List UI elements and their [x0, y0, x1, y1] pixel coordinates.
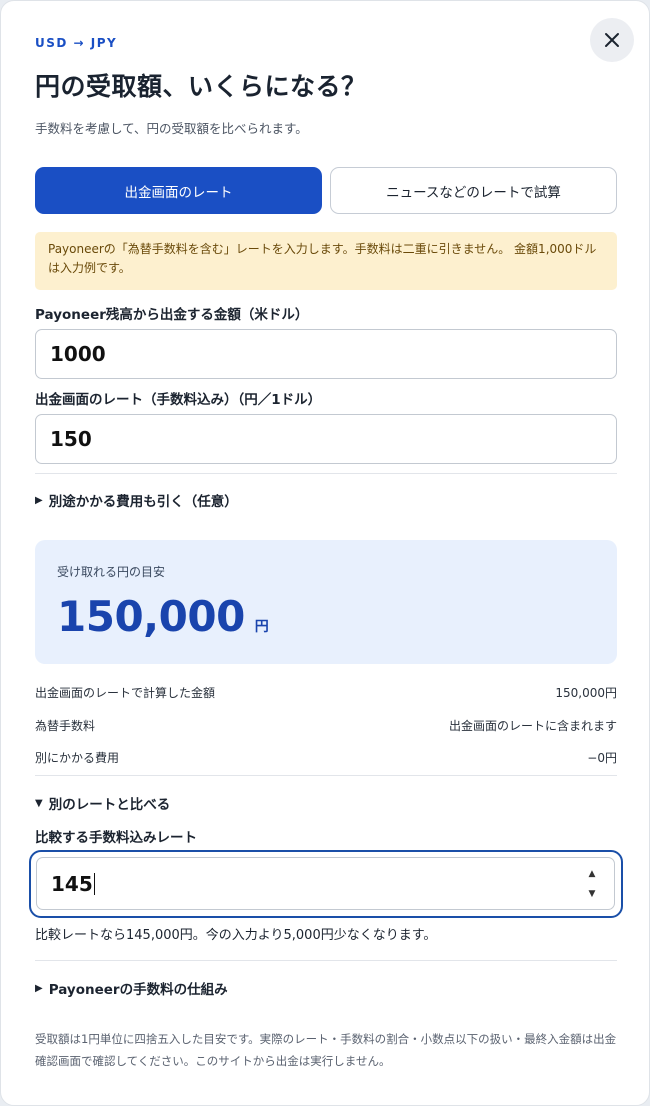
triangle-right-icon: ▶: [35, 982, 43, 994]
result-amount: 150,000 円: [57, 592, 269, 641]
fees-explanation-toggle[interactable]: ▶ Payoneerの手数料の仕組み: [35, 978, 228, 998]
extra-costs-toggle[interactable]: ▶ 別途かかる費用も引く（任意）: [35, 490, 238, 510]
breakdown-label: 出金画面のレートで計算した金額: [35, 686, 216, 700]
result-panel: 受け取れる円の目安 150,000 円: [35, 540, 617, 664]
close-icon: [605, 33, 619, 47]
page-subtitle: 手数料を考慮して、円の受取額を比べられます。: [35, 121, 308, 136]
result-unit: 円: [254, 619, 269, 635]
number-spinner[interactable]: ▲ ▼: [584, 869, 600, 899]
page-title: 円の受取額、いくらになる？: [35, 72, 367, 101]
breakdown-value: 出金画面のレートに含まれます: [448, 719, 617, 733]
breakdown-label: 別にかかる費用: [35, 751, 120, 765]
disclaimer-footnote: 受取額は1円単位に四捨五入した目安です。実際のレート・手数料の割合・小数点以下の…: [35, 1032, 617, 1068]
rate-input[interactable]: 150: [35, 414, 617, 464]
breakdown-row: 別にかかる費用 −0円: [35, 749, 617, 766]
compare-rate-input[interactable]: 145 ▲ ▼: [36, 857, 615, 910]
triangle-down-icon: ▼: [35, 797, 43, 809]
result-label: 受け取れる円の目安: [57, 565, 166, 579]
compare-toggle[interactable]: ▼ 別のレートと比べる: [35, 793, 170, 813]
tab-withdrawal-rate[interactable]: 出金画面のレート: [35, 167, 322, 214]
breakdown-value: 150,000円: [555, 686, 617, 700]
breakdown-row: 為替手数料 出金画面のレートに含まれます: [35, 717, 617, 734]
compare-rate-value: 145: [51, 871, 93, 896]
breakdown-label: 為替手数料: [35, 719, 96, 733]
spinner-up-icon[interactable]: ▲: [589, 869, 596, 879]
spinner-down-icon[interactable]: ▼: [589, 889, 596, 899]
compare-result-note: 比較レートなら145,000円。今の入力より5,000円少なくなります。: [35, 928, 437, 943]
currency-pair-label: USD → JPY: [35, 36, 118, 50]
breakdown-value: −0円: [587, 751, 617, 765]
calculator-card: USD → JPY 円の受取額、いくらになる？ 手数料を考慮して、円の受取額を比…: [0, 0, 650, 1106]
rate-label: 出金画面のレート（手数料込み）（円／1ドル）: [35, 392, 322, 408]
divider: [35, 775, 617, 776]
notice-banner: Payoneerの「為替手数料を含む」レートを入力します。手数料は二重に引きませ…: [35, 232, 617, 290]
triangle-right-icon: ▶: [35, 494, 43, 506]
compare-toggle-label: 別のレートと比べる: [48, 797, 171, 813]
extra-costs-label: 別途かかる費用も引く（任意）: [48, 494, 238, 510]
breakdown-row: 出金画面のレートで計算した金額 150,000円: [35, 684, 617, 701]
result-value: 150,000: [57, 592, 245, 641]
tab-news-rate[interactable]: ニュースなどのレートで試算: [330, 167, 617, 214]
divider: [35, 473, 617, 474]
amount-input[interactable]: 1000: [35, 329, 617, 379]
divider: [35, 960, 617, 961]
compare-rate-label: 比較する手数料込みレート: [35, 830, 197, 846]
amount-label: Payoneer残高から出金する金額（米ドル）: [35, 307, 309, 323]
compare-rate-focus-ring: 145 ▲ ▼: [29, 850, 623, 918]
close-button[interactable]: [590, 18, 634, 62]
text-caret: [93, 872, 96, 895]
fees-toggle-label: Payoneerの手数料の仕組み: [48, 982, 228, 998]
